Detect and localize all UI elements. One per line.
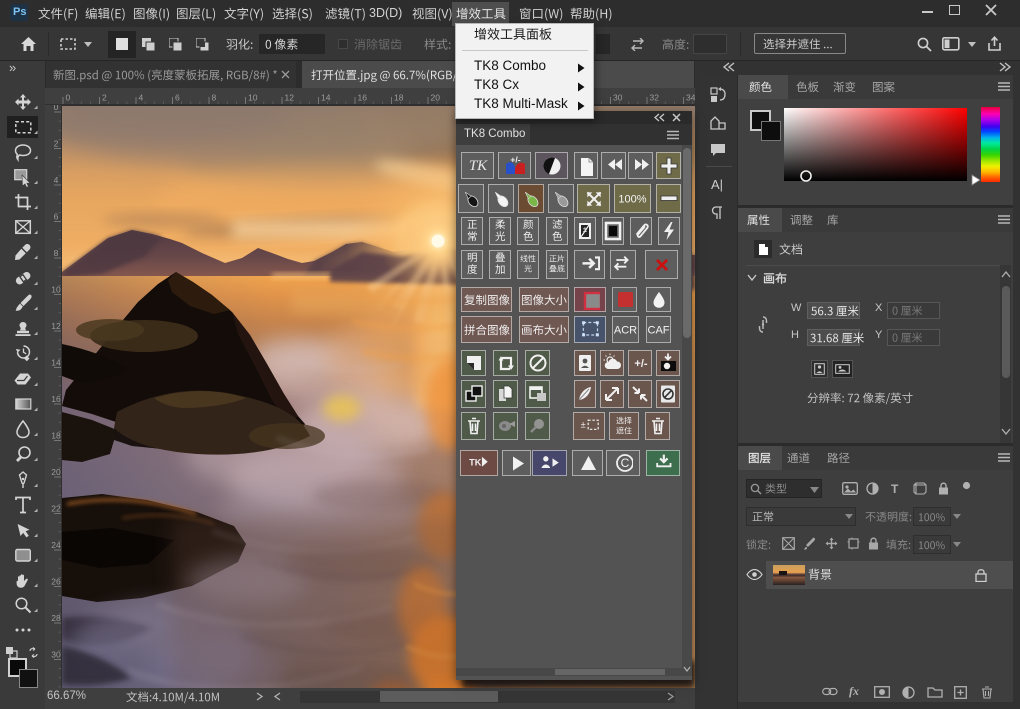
svg-text:+/-: +/- — [634, 358, 647, 370]
svg-text:26: 26 — [51, 577, 61, 587]
svg-text:0: 0 — [54, 105, 59, 112]
svg-text:16: 16 — [358, 93, 368, 103]
svg-text:14: 14 — [51, 358, 61, 368]
svg-text:2: 2 — [54, 139, 59, 149]
svg-text:10: 10 — [248, 93, 258, 103]
svg-text:18: 18 — [394, 93, 404, 103]
svg-text:+/-: +/- — [510, 156, 520, 165]
svg-text:34: 34 — [686, 93, 695, 103]
svg-text:10: 10 — [51, 285, 61, 295]
svg-text:4: 4 — [139, 93, 144, 103]
svg-text:±: ± — [583, 225, 588, 234]
svg-text:±: ± — [581, 420, 586, 430]
svg-text:24: 24 — [51, 540, 61, 550]
svg-text:8: 8 — [212, 93, 217, 103]
svg-text:4: 4 — [54, 175, 59, 185]
svg-text:32: 32 — [650, 93, 660, 103]
svg-text:100%: 100% — [618, 194, 646, 206]
svg-text:22: 22 — [51, 504, 61, 514]
svg-text:30: 30 — [613, 93, 623, 103]
svg-text:6: 6 — [54, 212, 59, 222]
svg-text:28: 28 — [51, 613, 61, 623]
svg-text:0: 0 — [66, 93, 71, 103]
svg-text:20: 20 — [51, 467, 61, 477]
svg-text:8: 8 — [54, 248, 59, 258]
svg-text:6: 6 — [175, 93, 180, 103]
svg-text:CAF: CAF — [648, 325, 670, 337]
svg-text:12: 12 — [51, 321, 61, 331]
svg-text:C: C — [621, 456, 630, 470]
svg-text:18: 18 — [51, 431, 61, 441]
svg-text:TK: TK — [468, 158, 487, 174]
svg-text:ACR: ACR — [614, 325, 637, 337]
svg-text:14: 14 — [321, 93, 331, 103]
svg-text:2: 2 — [102, 93, 107, 103]
svg-text:30: 30 — [51, 650, 61, 660]
svg-text:12: 12 — [285, 93, 295, 103]
svg-text:16: 16 — [51, 394, 61, 404]
svg-text:TK: TK — [469, 458, 482, 468]
svg-text:20: 20 — [431, 93, 441, 103]
